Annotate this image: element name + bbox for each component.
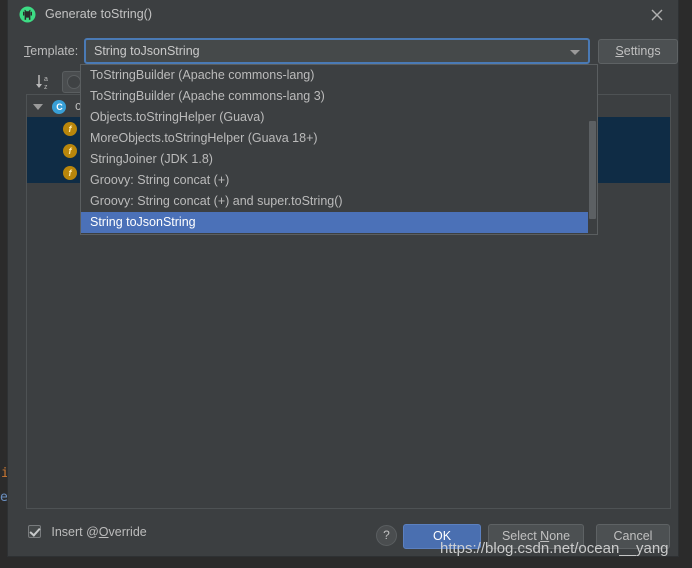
dropdown-item[interactable]: ToStringBuilder (Apache commons-lang)	[81, 65, 590, 86]
dropdown-item[interactable]: MoreObjects.toStringHelper (Guava 18+)	[81, 128, 590, 149]
template-combobox-value: String toJsonString	[94, 44, 200, 58]
circle-toggle-dot	[67, 75, 81, 89]
dropdown-item[interactable]: StringJoiner (JDK 1.8)	[81, 149, 590, 170]
watermark-text: https://blog.csdn.net/ocean__yang	[440, 540, 669, 557]
field-icon: f	[63, 143, 77, 158]
chevron-down-icon[interactable]	[570, 50, 580, 55]
dropdown-item[interactable]: Groovy: String concat (+) and super.toSt…	[81, 191, 590, 212]
chevron-down-icon[interactable]	[33, 103, 43, 110]
insert-override-label-mnemonic: O	[98, 524, 109, 539]
dropdown-scrollbar-thumb[interactable]	[589, 121, 596, 219]
settings-button[interactable]: Settings	[598, 39, 678, 64]
dropdown-item[interactable]: ToStringBuilder (Apache commons-lang 3)	[81, 86, 590, 107]
dialog-title-bar: Generate toString()	[8, 0, 678, 30]
insert-override-label-prefix: Insert @	[51, 524, 99, 539]
android-studio-icon	[19, 6, 36, 23]
template-combobox[interactable]: String toJsonString	[84, 38, 590, 64]
field-icon: f	[63, 165, 77, 180]
editor-code-char-e: e	[0, 490, 8, 505]
template-row: Template: String toJsonString Settings	[8, 38, 678, 66]
sort-alphabetically-icon[interactable]: a z	[34, 72, 56, 92]
svg-text:a: a	[44, 76, 48, 83]
dropdown-item[interactable]: Objects.toStringHelper (Guava)	[81, 107, 590, 128]
field-icon: f	[63, 121, 77, 136]
template-label-rest: emplate:	[30, 44, 79, 58]
dropdown-scrollbar[interactable]	[588, 65, 597, 234]
svg-text:z: z	[44, 84, 48, 91]
dropdown-item-selected[interactable]: String toJsonString	[81, 212, 590, 233]
dropdown-item[interactable]: Groovy: String concat (+)	[81, 170, 590, 191]
help-button[interactable]: ?	[376, 525, 397, 546]
settings-button-rest: ettings	[623, 44, 661, 58]
insert-override-checkbox-row[interactable]: Insert @Override	[28, 524, 147, 539]
insert-override-label: Insert @Override	[51, 525, 146, 539]
settings-button-mnemonic: S	[615, 44, 624, 58]
template-dropdown-popup[interactable]: ToStringBuilder (Apache commons-lang) To…	[80, 64, 598, 235]
template-dropdown-list[interactable]: ToStringBuilder (Apache commons-lang) To…	[81, 65, 590, 234]
insert-override-label-rest: verride	[108, 524, 147, 539]
dialog-title: Generate toString()	[45, 7, 152, 21]
generate-tostring-dialog: Generate toString() Template: String toJ…	[8, 0, 678, 556]
class-icon: C	[52, 99, 67, 114]
template-label: Template:	[24, 44, 78, 58]
close-icon[interactable]	[647, 5, 667, 25]
insert-override-checkbox[interactable]	[28, 525, 41, 539]
